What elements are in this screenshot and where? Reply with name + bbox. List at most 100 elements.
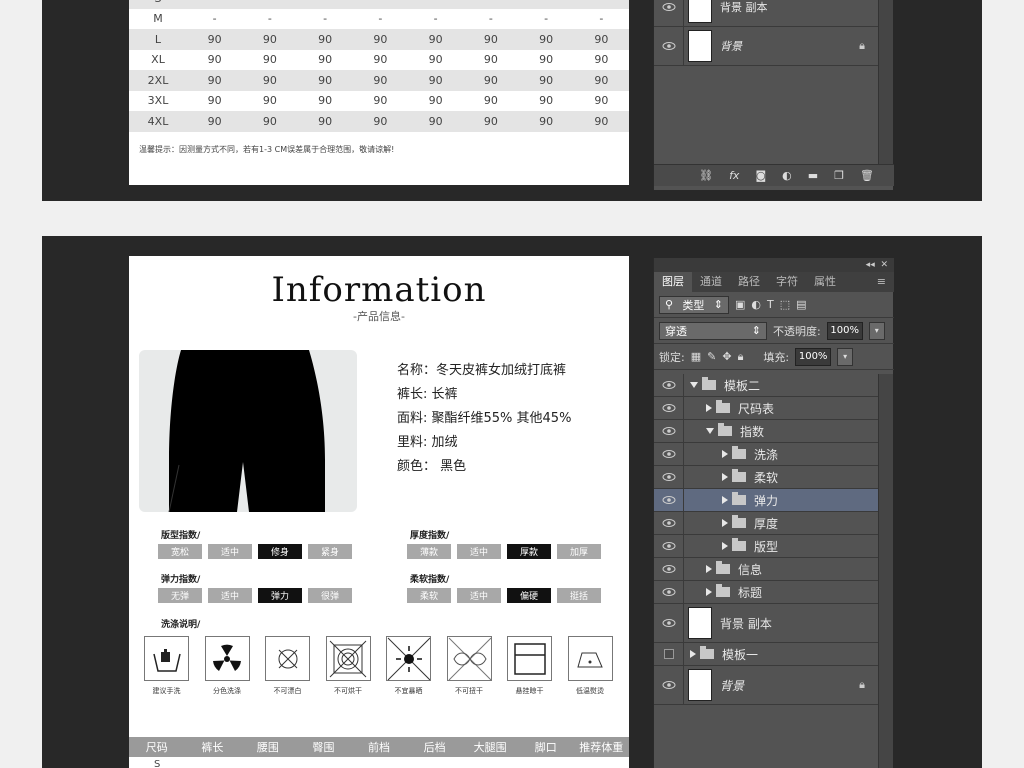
low-iron-icon	[567, 636, 613, 681]
eye-icon[interactable]	[654, 0, 684, 26]
chevron-right-icon[interactable]	[706, 565, 712, 573]
size-cell: L	[129, 29, 187, 50]
care-caption: 分色洗涤	[213, 687, 241, 695]
eye-icon[interactable]	[654, 489, 684, 511]
blend-mode-select[interactable]: 穿透 ⇕	[659, 321, 767, 340]
size-row-first: S	[154, 759, 161, 768]
folder-icon	[732, 538, 746, 551]
chevron-right-icon[interactable]	[690, 650, 696, 658]
fill-label: 填充:	[763, 350, 790, 364]
mask-icon[interactable]: ◙	[755, 169, 766, 182]
eye-icon[interactable]	[654, 397, 684, 419]
tab-paths[interactable]: 路径	[730, 272, 768, 292]
chevron-down-icon[interactable]	[690, 382, 698, 388]
spec-color: 颜色： 黑色	[397, 459, 467, 474]
layer-row[interactable]: 信息	[654, 558, 879, 581]
tab-layers[interactable]: 图层	[654, 272, 692, 292]
table-cell: 90	[297, 111, 353, 132]
eye-icon[interactable]	[654, 512, 684, 534]
lock-paint-icon[interactable]: ✎	[707, 350, 716, 363]
layer-list: 模板二 尺码表 指数 洗涤 柔软 弹力 厚度 版型信息标题 背景 副本 模板一 背景 🔒︎	[654, 374, 879, 705]
index-chip: 厚款	[507, 544, 551, 559]
layer-row[interactable]: 弹力	[654, 489, 879, 512]
index-chip: 挺括	[557, 588, 601, 603]
chevron-right-icon[interactable]	[722, 473, 728, 481]
layer-row[interactable]: 洗涤	[654, 443, 879, 466]
lock-move-icon[interactable]: ✥	[722, 350, 731, 363]
care-item: 不可烘干	[325, 636, 371, 696]
adjust-filter-icon[interactable]: ◐	[751, 298, 761, 311]
tab-character[interactable]: 字符	[768, 272, 806, 292]
smart-filter-icon[interactable]: ▤	[796, 298, 806, 311]
visibility-box-icon[interactable]	[654, 643, 684, 665]
table-cell: 90	[297, 49, 353, 70]
index-chip: 适中	[457, 588, 501, 603]
eye-icon[interactable]	[654, 27, 684, 65]
eye-icon[interactable]	[654, 535, 684, 557]
folder-icon	[702, 377, 716, 390]
layer-name: 背景	[720, 678, 745, 693]
chevron-right-icon[interactable]	[722, 542, 728, 550]
table-cell: 90	[518, 70, 574, 91]
eye-icon[interactable]	[654, 581, 684, 603]
layer-row[interactable]: 背景 副本	[654, 604, 879, 643]
link-icon[interactable]: ⛓	[699, 169, 713, 182]
layer-row[interactable]: 背景 🔒︎	[654, 666, 879, 705]
new-layer-icon[interactable]: ❐	[834, 169, 844, 182]
index-chip: 偏硬	[507, 588, 551, 603]
shape-filter-icon[interactable]: ⬚	[780, 298, 790, 311]
new-group-icon[interactable]: ▬	[808, 169, 818, 182]
layer-name: 背景 副本	[720, 1, 768, 14]
layer-row[interactable]: 柔软	[654, 466, 879, 489]
layer-row[interactable]: 背景 🔒︎	[654, 27, 879, 66]
chevron-right-icon[interactable]	[722, 519, 728, 527]
table-row: M--------	[129, 8, 629, 29]
scrollbar[interactable]	[878, 374, 893, 768]
scrollbar[interactable]	[878, 0, 893, 166]
chevron-right-icon[interactable]	[706, 588, 712, 596]
layer-row[interactable]: 标题	[654, 581, 879, 604]
adjustment-icon[interactable]: ◐	[782, 169, 792, 182]
eye-icon[interactable]	[654, 604, 684, 642]
eye-icon[interactable]	[654, 420, 684, 442]
chevron-down-icon[interactable]	[706, 428, 714, 434]
panel-menu-icon[interactable]: ≡	[869, 272, 894, 292]
layer-thumbnail	[688, 30, 712, 62]
filter-select[interactable]: ⚲ 类型 ⇕	[659, 295, 729, 314]
table-cell: 90	[242, 29, 298, 50]
eye-icon[interactable]	[654, 443, 684, 465]
layer-row[interactable]: 模板二	[654, 374, 879, 397]
type-filter-icon[interactable]: T	[767, 298, 774, 311]
chevron-right-icon[interactable]	[706, 404, 712, 412]
index-chip: 柔软	[407, 588, 451, 603]
layer-row[interactable]: 指数	[654, 420, 879, 443]
layer-row[interactable]: 模板一	[654, 643, 879, 666]
fill-input[interactable]: 100%	[795, 347, 832, 366]
fill-dropdown[interactable]: ▾	[837, 347, 854, 366]
care-item: 低温熨烫	[567, 636, 613, 696]
tab-channels[interactable]: 通道	[692, 272, 730, 292]
chevron-right-icon[interactable]	[722, 450, 728, 458]
size-chart-document: SM--------L9090909090909090XL90909090909…	[129, 0, 629, 185]
layer-row[interactable]: 版型	[654, 535, 879, 558]
fx-icon[interactable]: fx	[729, 169, 739, 182]
layer-row[interactable]: 背景 副本	[654, 0, 879, 27]
lock-transparent-icon[interactable]: ▦	[691, 350, 701, 363]
opacity-input[interactable]: 100%	[826, 321, 863, 340]
tab-properties[interactable]: 属性	[806, 272, 844, 292]
eye-icon[interactable]	[654, 466, 684, 488]
table-cell: 90	[242, 90, 298, 111]
chevron-right-icon[interactable]	[722, 496, 728, 504]
layer-row[interactable]: 尺码表	[654, 397, 879, 420]
pixel-filter-icon[interactable]: ▣	[735, 298, 745, 311]
opacity-dropdown[interactable]: ▾	[868, 321, 885, 340]
eye-icon[interactable]	[654, 666, 684, 704]
close-icon[interactable]: ✕	[880, 260, 888, 270]
layer-row[interactable]: 厚度	[654, 512, 879, 535]
collapse-icon[interactable]: ◂◂	[866, 260, 875, 270]
lock-all-icon[interactable]: 🔒︎	[738, 350, 744, 364]
layer-name: 信息	[738, 562, 763, 577]
eye-icon[interactable]	[654, 374, 684, 396]
eye-icon[interactable]	[654, 558, 684, 580]
trash-icon[interactable]: 🗑︎	[860, 169, 874, 182]
